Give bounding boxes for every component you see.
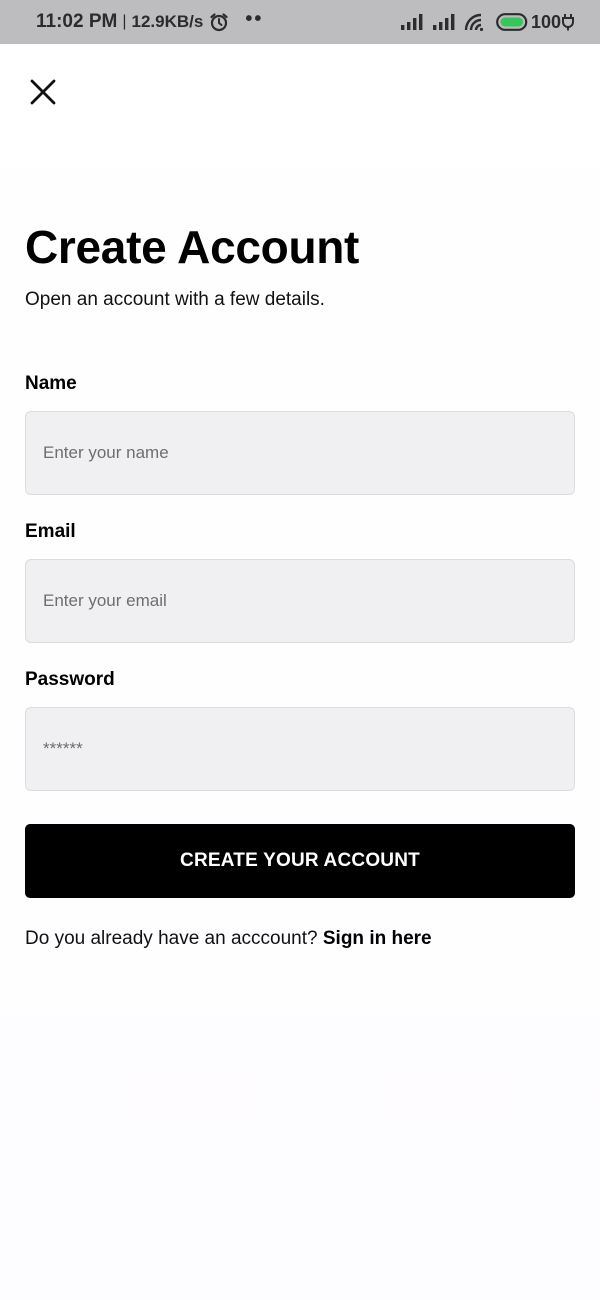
password-label: Password [25,669,115,690]
signin-prompt-line: Do you already have an acccount? Sign in… [25,927,432,951]
name-input[interactable] [25,411,575,495]
signin-link[interactable]: Sign in here [323,928,432,949]
status-bar: 11:02 PM | 12.9KB/s •• 100 [0,0,600,44]
close-icon [30,79,56,110]
create-account-button[interactable]: CREATE YOUR ACCOUNT [25,824,575,898]
network-speed: 12.9KB/s [131,12,204,31]
name-label: Name [25,373,77,394]
status-left: 11:02 PM | 12.9KB/s •• [36,8,264,33]
status-time: 11:02 PM [36,11,118,32]
signin-prompt-text: Do you already have an acccount? [25,928,318,949]
signal-icon [432,13,456,31]
signal-icon [400,13,424,31]
status-right: 100 [394,12,574,33]
page-title: Create Account [25,221,360,273]
email-label: Email [25,521,76,542]
close-button[interactable] [27,78,59,110]
notification-dots: •• [245,8,264,30]
battery-level: 100 [530,11,561,32]
wifi-icon [464,13,486,31]
status-separator: | [122,13,127,30]
charging-icon [562,13,574,31]
page-subtitle: Open an account with a few details. [25,289,325,310]
alarm-icon [209,12,229,32]
password-input[interactable] [25,707,575,791]
email-input[interactable] [25,559,575,643]
battery-icon [496,13,528,31]
